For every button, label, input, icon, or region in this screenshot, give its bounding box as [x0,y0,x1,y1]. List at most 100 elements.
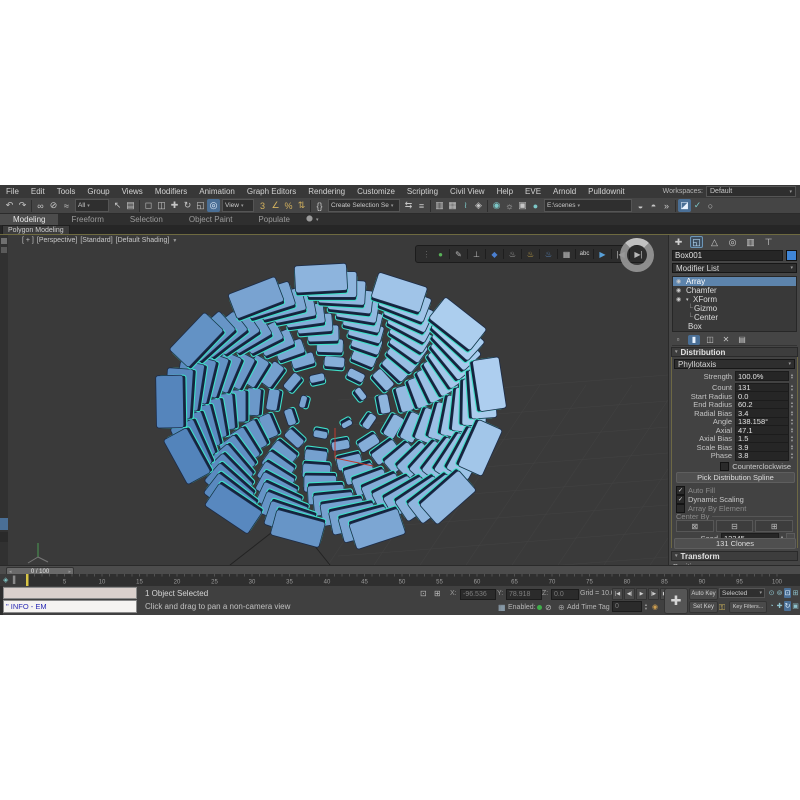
menu-eve[interactable]: EVE [519,187,547,196]
step-forward-button[interactable]: |▶ [648,588,659,600]
snaps-icon[interactable]: 3 [256,199,269,212]
zoom-extents-button[interactable]: ⊡ [784,588,791,598]
teapot-yellow-icon[interactable]: ♨ [524,248,537,260]
menu-graph-editors[interactable]: Graph Editors [241,187,302,196]
array-panel[interactable] [323,356,345,371]
schematic-view-icon[interactable]: ◈ [472,199,485,212]
modifier-list-dropdown[interactable]: Modifier List ▾ [672,263,797,273]
current-frame-marker[interactable] [26,574,29,586]
spinner-arrows[interactable]: ▲▼ [790,452,794,459]
pin-stack-icon[interactable]: ▫ [672,335,684,345]
key-filters-button[interactable]: Key Filters... [729,601,767,613]
maxscript-mini-listener[interactable] [3,587,137,599]
select-by-name-icon[interactable]: ▤ [124,199,137,212]
side-tool-icon[interactable] [1,247,7,253]
current-frame-field[interactable]: 0 [612,601,642,612]
selection-lock-icon[interactable]: ⊡ [420,589,427,598]
ribbon-tab-object-paint[interactable]: Object Paint [176,214,246,225]
array-panel[interactable] [283,372,305,395]
menu-modifiers[interactable]: Modifiers [149,187,193,196]
box-icon[interactable]: ▦ [560,248,573,260]
menu-civil-view[interactable]: Civil View [444,187,491,196]
menu-views[interactable]: Views [116,187,149,196]
center-x-button[interactable]: ⊠ [676,520,714,532]
array-panel[interactable] [330,436,350,451]
pan-button[interactable]: ✚ [776,601,783,611]
viewport-standard-label[interactable]: [Standard] [80,237,112,244]
mute-icon[interactable]: ⊘ [545,603,552,612]
add-time-tag-icon[interactable]: ⊕ [558,603,565,612]
fov-button[interactable]: ◔ [768,601,775,611]
reference-coordinate-dropdown[interactable]: View▾ [222,199,254,212]
rotate-icon[interactable]: ↻ [181,199,194,212]
make-unique-icon[interactable]: ◫ [704,335,716,345]
step-back-button[interactable]: ◀| [624,588,635,600]
spinner-arrows[interactable]: ▲▼ [790,418,794,425]
panel-tab-hierarchy[interactable]: △ [708,236,721,248]
angle-snap-icon[interactable]: ∠ [269,199,282,212]
move-icon[interactable]: ✚ [168,199,181,212]
pencil-icon[interactable]: ✎ [452,248,465,260]
spinner-arrows[interactable]: ▲▼ [790,410,794,417]
viewport-pov-label[interactable]: [Perspective] [37,237,77,244]
array-panel[interactable] [156,375,187,428]
stack-item-chamfer[interactable]: ◉Chamfer [673,286,796,295]
spinner-arrows[interactable]: ▲▼ [790,427,794,434]
y-coord-field[interactable]: 78.918 [506,589,542,600]
array-panel[interactable] [339,416,353,429]
named-sets-icon[interactable]: {} [313,199,326,212]
param-field-phase[interactable]: 3.8 [735,451,789,461]
tsquare-icon[interactable]: ⊥ [470,248,483,260]
undo-icon[interactable]: ↶ [3,199,16,212]
rendered-frame-icon[interactable]: ▣ [516,199,529,212]
menu-scripting[interactable]: Scripting [401,187,444,196]
auto-key-button[interactable]: Auto Key [689,588,718,600]
show-end-result-icon[interactable]: ▮ [688,335,700,345]
side-dock-tab[interactable] [0,532,8,542]
side-dock-tab[interactable] [0,518,8,530]
set-key-button[interactable]: Set Key [689,601,718,613]
ribbon-toggle-icon[interactable]: ▦ [446,199,459,212]
z-coord-field[interactable]: 0.0 [551,589,579,600]
go-start-button[interactable]: |◀ [612,588,623,600]
render-setup-icon[interactable]: ☼ [503,199,516,212]
project-path-field[interactable]: E:\scenes▾ [544,199,632,212]
ribbon-config-icon[interactable]: ⬤ [303,212,316,225]
center-v-button[interactable]: ⊟ [716,520,754,532]
time-tag-icon[interactable]: ▦ [498,603,506,612]
render-icon[interactable]: ● [529,199,542,212]
window-crossing-icon[interactable]: ◫ [155,199,168,212]
spinner-snap-icon[interactable]: ⇅ [295,199,308,212]
more-icon[interactable]: » [660,199,673,212]
menu-animation[interactable]: Animation [193,187,241,196]
x-coord-field[interactable]: -96.536 [460,589,496,600]
stack-item-center[interactable]: └Center [673,313,796,322]
absolute-mode-icon[interactable]: ⊞ [434,589,441,598]
spinner-arrows[interactable]: ▲▼ [790,401,794,408]
key-mode-dropdown[interactable]: Selected ▾ [719,588,765,598]
named-selection-set-field[interactable]: Create Selection Se▾ [328,199,400,212]
spinner-arrows[interactable]: ▲▼ [790,384,794,391]
zoom-all-button[interactable]: ⊚ [776,588,783,598]
mirror-icon[interactable]: ⇆ [402,199,415,212]
redo-icon[interactable]: ↷ [16,199,29,212]
array-panel[interactable] [266,388,284,412]
spinner-arrows[interactable]: ▲▼ [790,444,794,451]
panel-tab-motion[interactable]: ◎ [726,236,739,248]
auto-fill-checkbox[interactable]: ✓ [676,486,685,495]
track-lock-icon[interactable]: ▐ [10,577,15,584]
key-mode-toggle-icon[interactable]: ◉ [652,603,658,611]
sphere-green-icon[interactable]: ● [434,248,447,260]
link-icon[interactable]: ∞ [34,199,47,212]
add-time-tag[interactable]: Add Time Tag [567,604,610,611]
menu-pulldownit[interactable]: Pulldownit [582,187,630,196]
array-panel[interactable] [283,407,299,427]
zoom-extents-all-button[interactable]: ⊞ [792,588,799,598]
array-panel[interactable] [313,427,329,440]
layer-manager-icon[interactable]: ▥ [433,199,446,212]
array-panel[interactable] [294,263,348,296]
side-tool-icon[interactable] [1,238,7,244]
panel-tab-create[interactable]: ✚ [672,236,685,248]
array-panel[interactable] [309,373,326,387]
connect-icon[interactable]: ○ [704,199,717,212]
